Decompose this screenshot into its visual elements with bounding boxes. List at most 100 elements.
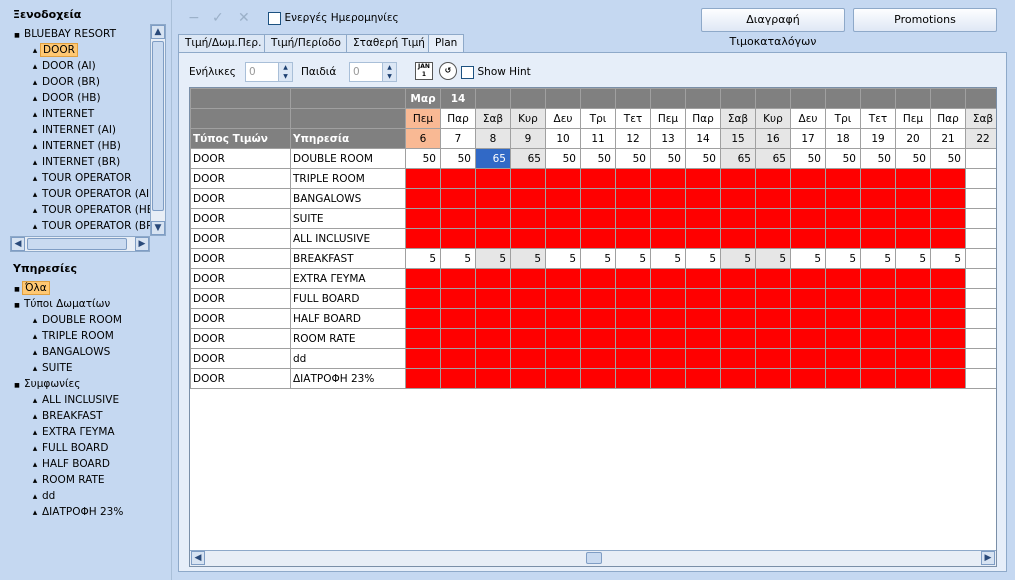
tree-item[interactable]: ▴ DOOR (HB)	[0, 90, 150, 106]
rate-cell[interactable]: 5	[685, 248, 721, 269]
rate-cell[interactable]	[720, 268, 756, 289]
rate-cell[interactable]	[440, 288, 476, 309]
rate-cell[interactable]	[475, 168, 511, 189]
scroll-up-icon[interactable]: ▲	[151, 25, 165, 39]
rate-cell[interactable]: 50	[825, 148, 861, 169]
rate-cell[interactable]	[930, 168, 966, 189]
rate-cell[interactable]	[685, 228, 721, 249]
rate-cell[interactable]: 5	[405, 248, 441, 269]
rate-cell[interactable]	[825, 288, 861, 309]
services-tree[interactable]: ■ Όλα ■ Τύποι Δωματίων ▴ DOUBLE ROOM ▴ TRIPLE R…	[0, 280, 168, 540]
tab-fixed-price[interactable]: Σταθερή Τιμή	[346, 34, 432, 52]
tree-item[interactable]: ▴ BREAKFAST	[0, 408, 168, 424]
tree-item[interactable]: ▴ INTERNET (AI)	[0, 122, 150, 138]
rate-cell[interactable]	[860, 348, 896, 369]
rate-cell[interactable]	[405, 348, 441, 369]
rate-cell[interactable]	[895, 228, 931, 249]
rate-cell[interactable]	[860, 328, 896, 349]
rate-cell[interactable]: 50	[685, 148, 721, 169]
scroll-right-icon[interactable]: ▶	[981, 551, 995, 565]
rate-cell[interactable]: 65	[755, 148, 791, 169]
rate-cell[interactable]	[545, 348, 581, 369]
active-dates-checkbox[interactable]	[268, 11, 281, 25]
rate-cell[interactable]	[720, 208, 756, 229]
rate-cell[interactable]	[825, 208, 861, 229]
rate-cell[interactable]	[755, 328, 791, 349]
rate-cell[interactable]	[825, 188, 861, 209]
grid-hscroll[interactable]: ◀ ▶	[190, 550, 996, 566]
rate-cell[interactable]	[475, 368, 511, 389]
rate-cell[interactable]	[685, 268, 721, 289]
rate-cell[interactable]	[685, 328, 721, 349]
show-hint-toggle[interactable]: Show Hint	[461, 65, 531, 79]
tree-item[interactable]: ▴ TOUR OPERATOR (BR)	[0, 218, 150, 234]
rate-cell[interactable]	[720, 228, 756, 249]
scroll-thumb[interactable]	[27, 238, 127, 250]
rate-cell[interactable]	[860, 308, 896, 329]
rate-cell[interactable]	[475, 328, 511, 349]
rate-cell[interactable]	[510, 368, 546, 389]
rate-cell[interactable]	[615, 288, 651, 309]
tree-item[interactable]: ▴ ROOM RATE	[0, 472, 168, 488]
tree-item[interactable]: ▴ DOOR	[0, 42, 150, 58]
table-row[interactable]: DOOR BANGALOWS	[190, 188, 996, 209]
rate-cell[interactable]	[440, 228, 476, 249]
tree-item[interactable]: ▴ HALF BOARD	[0, 456, 168, 472]
rate-cell[interactable]	[790, 208, 826, 229]
tree-item[interactable]: ▴ DOUBLE ROOM	[0, 312, 168, 328]
rate-cell[interactable]	[755, 168, 791, 189]
rate-cell[interactable]: 50	[405, 148, 441, 169]
table-row[interactable]: DOOR TRIPLE ROOM	[190, 168, 996, 189]
rate-cell[interactable]	[545, 208, 581, 229]
rate-cell[interactable]	[790, 188, 826, 209]
rate-cell[interactable]	[650, 228, 686, 249]
rate-cell[interactable]	[650, 328, 686, 349]
rate-cell[interactable]	[545, 168, 581, 189]
tree-item[interactable]: ■ Όλα	[0, 280, 168, 296]
scroll-left-icon[interactable]: ◀	[11, 237, 25, 251]
tree-item[interactable]: ▴ FULL BOARD	[0, 440, 168, 456]
rate-cell[interactable]	[615, 368, 651, 389]
rate-cell[interactable]: 5	[510, 248, 546, 269]
rate-cell[interactable]	[790, 288, 826, 309]
rate-cell[interactable]	[510, 308, 546, 329]
rate-cell[interactable]	[615, 228, 651, 249]
table-row[interactable]: DOOR ΔΙΑΤΡΟΦΗ 23%	[190, 368, 996, 389]
rate-cell[interactable]	[615, 268, 651, 289]
adults-spinner[interactable]: 0 ▲ ▼	[245, 62, 293, 82]
rate-cell[interactable]	[930, 208, 966, 229]
rate-cell[interactable]: 5	[930, 248, 966, 269]
rate-cell[interactable]	[545, 368, 581, 389]
rate-cell[interactable]	[860, 208, 896, 229]
rate-cell[interactable]	[615, 348, 651, 369]
rate-cell[interactable]: 50	[790, 148, 826, 169]
rate-cell[interactable]	[755, 188, 791, 209]
table-row[interactable]: DOOR ROOM RATE	[190, 328, 996, 349]
rate-cell[interactable]	[510, 168, 546, 189]
rate-cell[interactable]	[965, 268, 996, 289]
rate-cell[interactable]	[580, 188, 616, 209]
rate-cell[interactable]	[405, 228, 441, 249]
rate-cell[interactable]	[580, 168, 616, 189]
rate-cell[interactable]	[475, 288, 511, 309]
rate-cell[interactable]: 5	[825, 248, 861, 269]
rate-cell[interactable]	[755, 288, 791, 309]
rate-cell[interactable]	[510, 328, 546, 349]
rate-cell[interactable]	[580, 308, 616, 329]
promotions-button[interactable]: Promotions	[853, 8, 997, 32]
rate-cell[interactable]	[580, 228, 616, 249]
tree-item[interactable]: ■ BLUEBAY RESORT	[0, 26, 150, 42]
table-row[interactable]: DOOR DOUBLE ROOM 50 50 65 65 50 50 50 50 50 65 65 50 5…	[190, 148, 996, 169]
rate-cell[interactable]	[825, 308, 861, 329]
rate-cell[interactable]	[405, 328, 441, 349]
rate-cell[interactable]: 5	[860, 248, 896, 269]
rate-cell[interactable]	[685, 168, 721, 189]
rate-cell[interactable]	[790, 228, 826, 249]
rate-cell[interactable]	[440, 188, 476, 209]
rate-cell[interactable]	[825, 268, 861, 289]
rate-cell[interactable]	[755, 368, 791, 389]
rate-cell[interactable]	[405, 168, 441, 189]
rate-cell[interactable]	[895, 268, 931, 289]
spinner-arrows-icon[interactable]: ▲ ▼	[382, 63, 396, 81]
rate-cell[interactable]	[475, 268, 511, 289]
